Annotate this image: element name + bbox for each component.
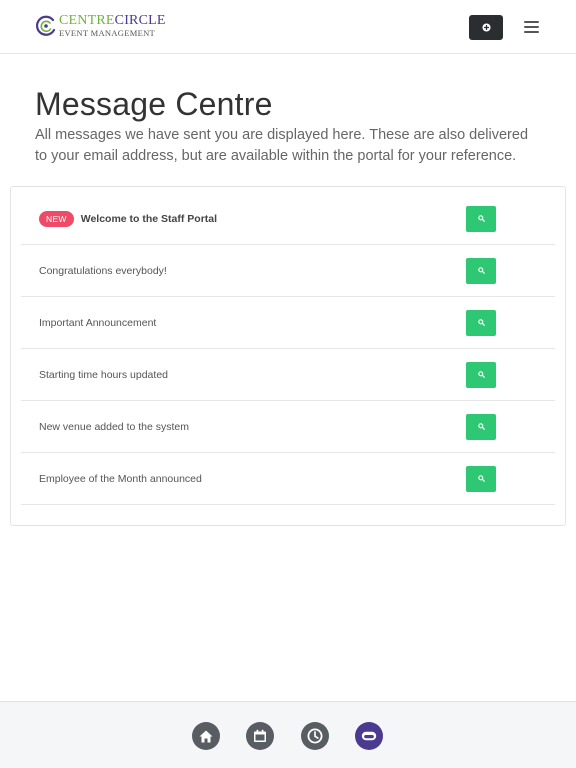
view-message-button[interactable]	[466, 361, 496, 388]
view-message-button[interactable]	[466, 413, 496, 440]
page-title: Message Centre	[35, 86, 273, 122]
hamburger-icon	[524, 21, 539, 23]
logo-text: CENTRECIRCLE EVENT MANAGEMENT	[59, 14, 166, 38]
view-message-button[interactable]	[466, 309, 496, 336]
logo-tagline: EVENT MANAGEMENT	[59, 28, 156, 38]
menu-button[interactable]	[524, 20, 539, 34]
messages-icon	[361, 731, 377, 741]
message-title: New venue added to the system	[39, 420, 190, 433]
search-icon	[477, 267, 485, 274]
bottom-nav	[0, 701, 576, 768]
message-row[interactable]: Congratulations everybody!	[21, 245, 555, 297]
nav-messages-button[interactable]	[355, 722, 383, 750]
search-icon	[477, 475, 485, 482]
message-title: Congratulations everybody!	[39, 264, 167, 277]
view-message-button[interactable]	[466, 205, 496, 232]
messages-panel: NEW Welcome to the Staff Portal Congratu…	[10, 186, 566, 526]
search-icon	[477, 423, 485, 430]
top-bar: CENTRECIRCLE EVENT MANAGEMENT	[0, 0, 576, 54]
logo-word-centre: CENTRE	[59, 13, 115, 28]
message-row[interactable]: Employee of the Month announced	[21, 453, 555, 505]
home-icon	[199, 730, 213, 742]
hamburger-icon-bar	[524, 31, 539, 33]
calendar-icon	[254, 729, 266, 742]
search-icon	[477, 371, 485, 378]
new-badge: NEW	[39, 210, 74, 227]
message-title: Important Announcement	[39, 316, 157, 329]
view-message-button[interactable]	[466, 465, 496, 492]
logo-mark-icon	[35, 15, 56, 36]
nav-home-button[interactable]	[192, 722, 220, 750]
message-title-text: Welcome to the Staff Portal	[80, 212, 218, 225]
add-button[interactable]	[469, 15, 503, 40]
message-title: Starting time hours updated	[39, 368, 168, 381]
message-title: Employee of the Month announced	[39, 472, 202, 485]
clock-icon	[307, 728, 323, 744]
logo[interactable]: CENTRECIRCLE EVENT MANAGEMENT	[35, 14, 166, 38]
message-row[interactable]: NEW Welcome to the Staff Portal	[21, 193, 555, 245]
nav-calendar-button[interactable]	[246, 722, 274, 750]
plus-circle-icon	[481, 23, 491, 32]
message-title: NEW Welcome to the Staff Portal	[39, 210, 218, 227]
view-message-button[interactable]	[466, 257, 496, 284]
hamburger-icon-bar	[524, 26, 539, 28]
search-icon	[477, 215, 485, 222]
logo-word-circle: CIRCLE	[114, 13, 166, 28]
nav-timesheet-button[interactable]	[301, 722, 329, 750]
message-row[interactable]: Important Announcement	[21, 297, 555, 349]
message-row[interactable]: New venue added to the system	[21, 401, 555, 453]
page-description: All messages we have sent you are displa…	[35, 127, 529, 164]
message-row[interactable]: Starting time hours updated	[21, 349, 555, 401]
search-icon	[477, 319, 485, 326]
